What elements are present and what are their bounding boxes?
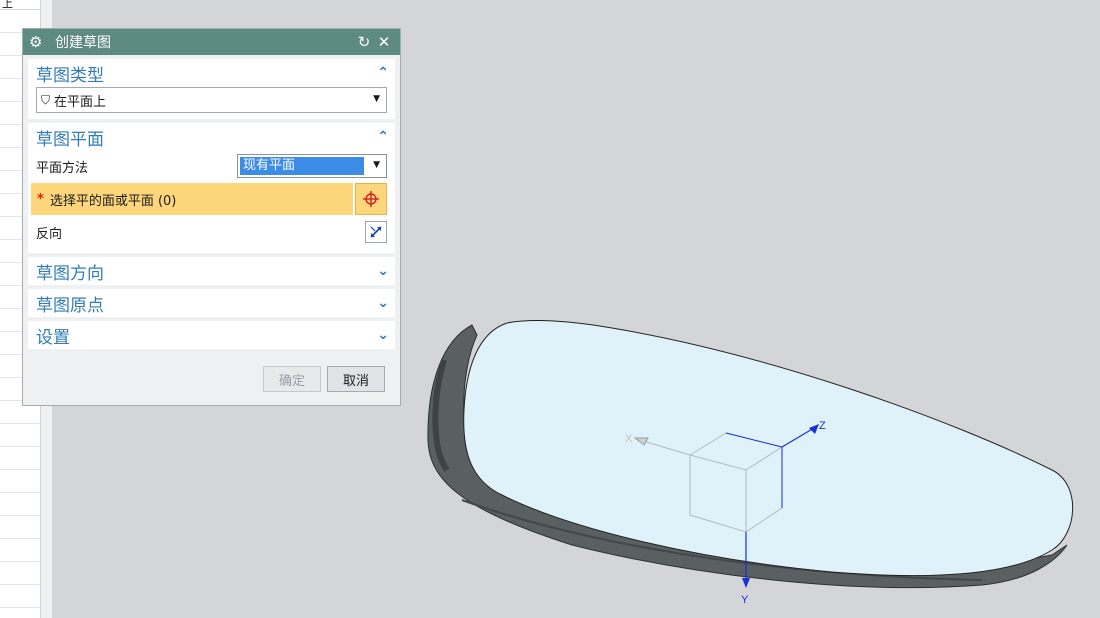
chevron-down-icon[interactable]: ⌄ xyxy=(377,263,389,279)
reverse-direction-button[interactable] xyxy=(365,221,387,243)
chevron-down-icon[interactable]: ⌄ xyxy=(377,295,389,311)
navigator-cell[interactable] xyxy=(0,424,40,447)
navigator-cell[interactable]: 上 xyxy=(0,0,40,10)
close-icon[interactable]: ✕ xyxy=(374,33,394,51)
crosshair-select-icon[interactable] xyxy=(355,183,387,215)
reset-icon[interactable]: ↻ xyxy=(354,33,374,51)
x-axis-label: X xyxy=(625,433,633,445)
sketch-type-dropdown[interactable]: ⛉ 在平面上 ▼ xyxy=(36,87,387,113)
sketch-plane-icon: ⛉ xyxy=(41,92,51,107)
section-sketch-orientation: 草图方向 ⌄ xyxy=(28,257,395,285)
select-planar-face-prompt[interactable]: * 选择平的面或平面 (0) xyxy=(31,183,353,215)
section-header-sketch-plane[interactable]: 草图平面 ⌃ xyxy=(28,123,395,151)
section-title: 设置 xyxy=(36,327,70,348)
section-settings: 设置 ⌄ xyxy=(28,321,395,349)
sketch-type-value: 在平面上 xyxy=(54,94,107,110)
plane-method-dropdown[interactable]: 现有平面 ▼ xyxy=(237,154,387,178)
section-header-settings[interactable]: 设置 ⌄ xyxy=(28,321,395,349)
z-axis-label: Z xyxy=(819,420,826,432)
navigator-cell[interactable] xyxy=(0,516,40,539)
section-sketch-plane: 草图平面 ⌃ 平面方法 现有平面 ▼ * 选择平的面或平面 (0) 反向 xyxy=(28,123,395,253)
section-title: 草图原点 xyxy=(36,295,104,316)
section-header-sketch-orientation[interactable]: 草图方向 ⌄ xyxy=(28,257,395,285)
y-axis-label: Y xyxy=(741,594,749,606)
chevron-up-icon[interactable]: ⌃ xyxy=(377,65,389,81)
chevron-down-icon[interactable]: ⌄ xyxy=(377,327,389,343)
section-title: 草图方向 xyxy=(36,263,104,284)
dialog-title: 创建草图 xyxy=(55,35,111,51)
navigator-cell[interactable] xyxy=(0,585,40,608)
ok-button[interactable]: 确定 xyxy=(263,366,321,392)
chevron-down-icon: ▼ xyxy=(373,94,380,104)
plane-method-label: 平面方法 xyxy=(36,160,89,176)
section-sketch-origin: 草图原点 ⌄ xyxy=(28,289,395,317)
gear-icon[interactable]: ⚙ xyxy=(29,29,47,55)
section-header-sketch-origin[interactable]: 草图原点 ⌄ xyxy=(28,289,395,317)
plane-method-value: 现有平面 xyxy=(240,157,364,175)
navigator-cell[interactable] xyxy=(0,470,40,493)
navigator-cell[interactable] xyxy=(0,447,40,470)
select-planar-face-label: 选择平的面或平面 (0) xyxy=(49,193,177,209)
section-title: 草图类型 xyxy=(36,65,104,86)
navigator-cell[interactable] xyxy=(0,493,40,516)
flip-direction-icon xyxy=(370,226,382,238)
chevron-up-icon[interactable]: ⌃ xyxy=(377,129,389,145)
navigator-cell[interactable] xyxy=(0,562,40,585)
dialog-footer: 确定 取消 xyxy=(23,353,400,405)
reverse-label: 反向 xyxy=(36,226,63,242)
cancel-button[interactable]: 取消 xyxy=(327,366,385,392)
dialog-titlebar[interactable]: ⚙ 创建草图 ↻ ✕ xyxy=(23,29,400,55)
required-mark: * xyxy=(37,191,44,207)
section-sketch-type: 草图类型 ⌃ ⛉ 在平面上 ▼ xyxy=(28,59,395,119)
section-header-sketch-type[interactable]: 草图类型 ⌃ xyxy=(28,59,395,87)
create-sketch-dialog: ⚙ 创建草图 ↻ ✕ 草图类型 ⌃ ⛉ 在平面上 ▼ 草图平面 ⌃ 平面方法 现… xyxy=(22,28,401,406)
chevron-down-icon: ▼ xyxy=(373,160,380,170)
section-title: 草图平面 xyxy=(36,129,104,150)
navigator-cell[interactable] xyxy=(0,539,40,562)
